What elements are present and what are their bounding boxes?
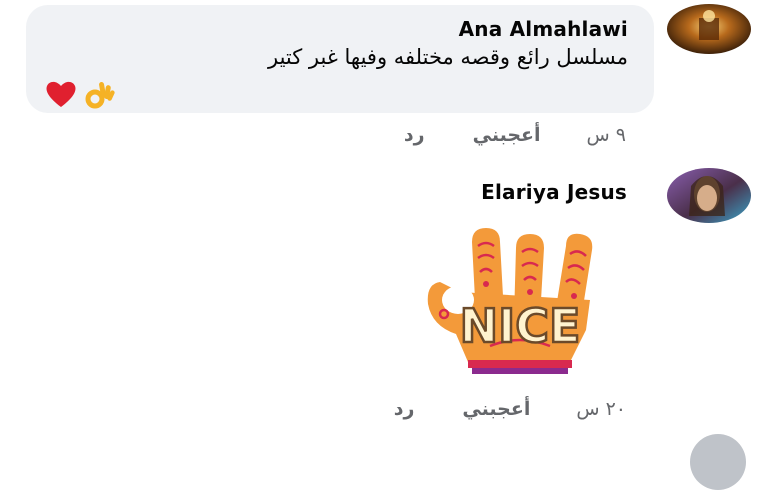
ok-hand-emoji-icon (84, 79, 116, 115)
sticker-text: NICE (460, 299, 581, 353)
comment-actions: ٢٠ س أعجبني رد (394, 398, 626, 420)
nice-sticker: NICE (420, 222, 602, 386)
comment-author[interactable]: Ana Almahlawi (459, 17, 628, 41)
comment-bubble: Ana Almahlawi مسلسل رائع وقصه مختلفه وفي… (26, 5, 654, 113)
avatar[interactable] (690, 434, 746, 490)
avatar[interactable] (667, 168, 751, 223)
avatar[interactable] (667, 4, 751, 54)
comment-text: مسلسل رائع وقصه مختلفه وفيها غبر كتير (267, 45, 628, 69)
comment-timestamp[interactable]: ٩ س (587, 124, 626, 146)
reply-button[interactable]: رد (394, 398, 415, 420)
heart-emoji-icon (44, 79, 78, 115)
reply-button[interactable]: رد (404, 124, 425, 146)
like-button[interactable]: أعجبني (473, 124, 541, 146)
like-button[interactable]: أعجبني (462, 398, 530, 420)
reaction-emojis (44, 79, 116, 115)
comment-author[interactable]: Elariya Jesus (481, 180, 627, 204)
comment-actions: ٩ س أعجبني رد (404, 124, 626, 146)
comment-timestamp[interactable]: ٢٠ س (576, 398, 626, 420)
